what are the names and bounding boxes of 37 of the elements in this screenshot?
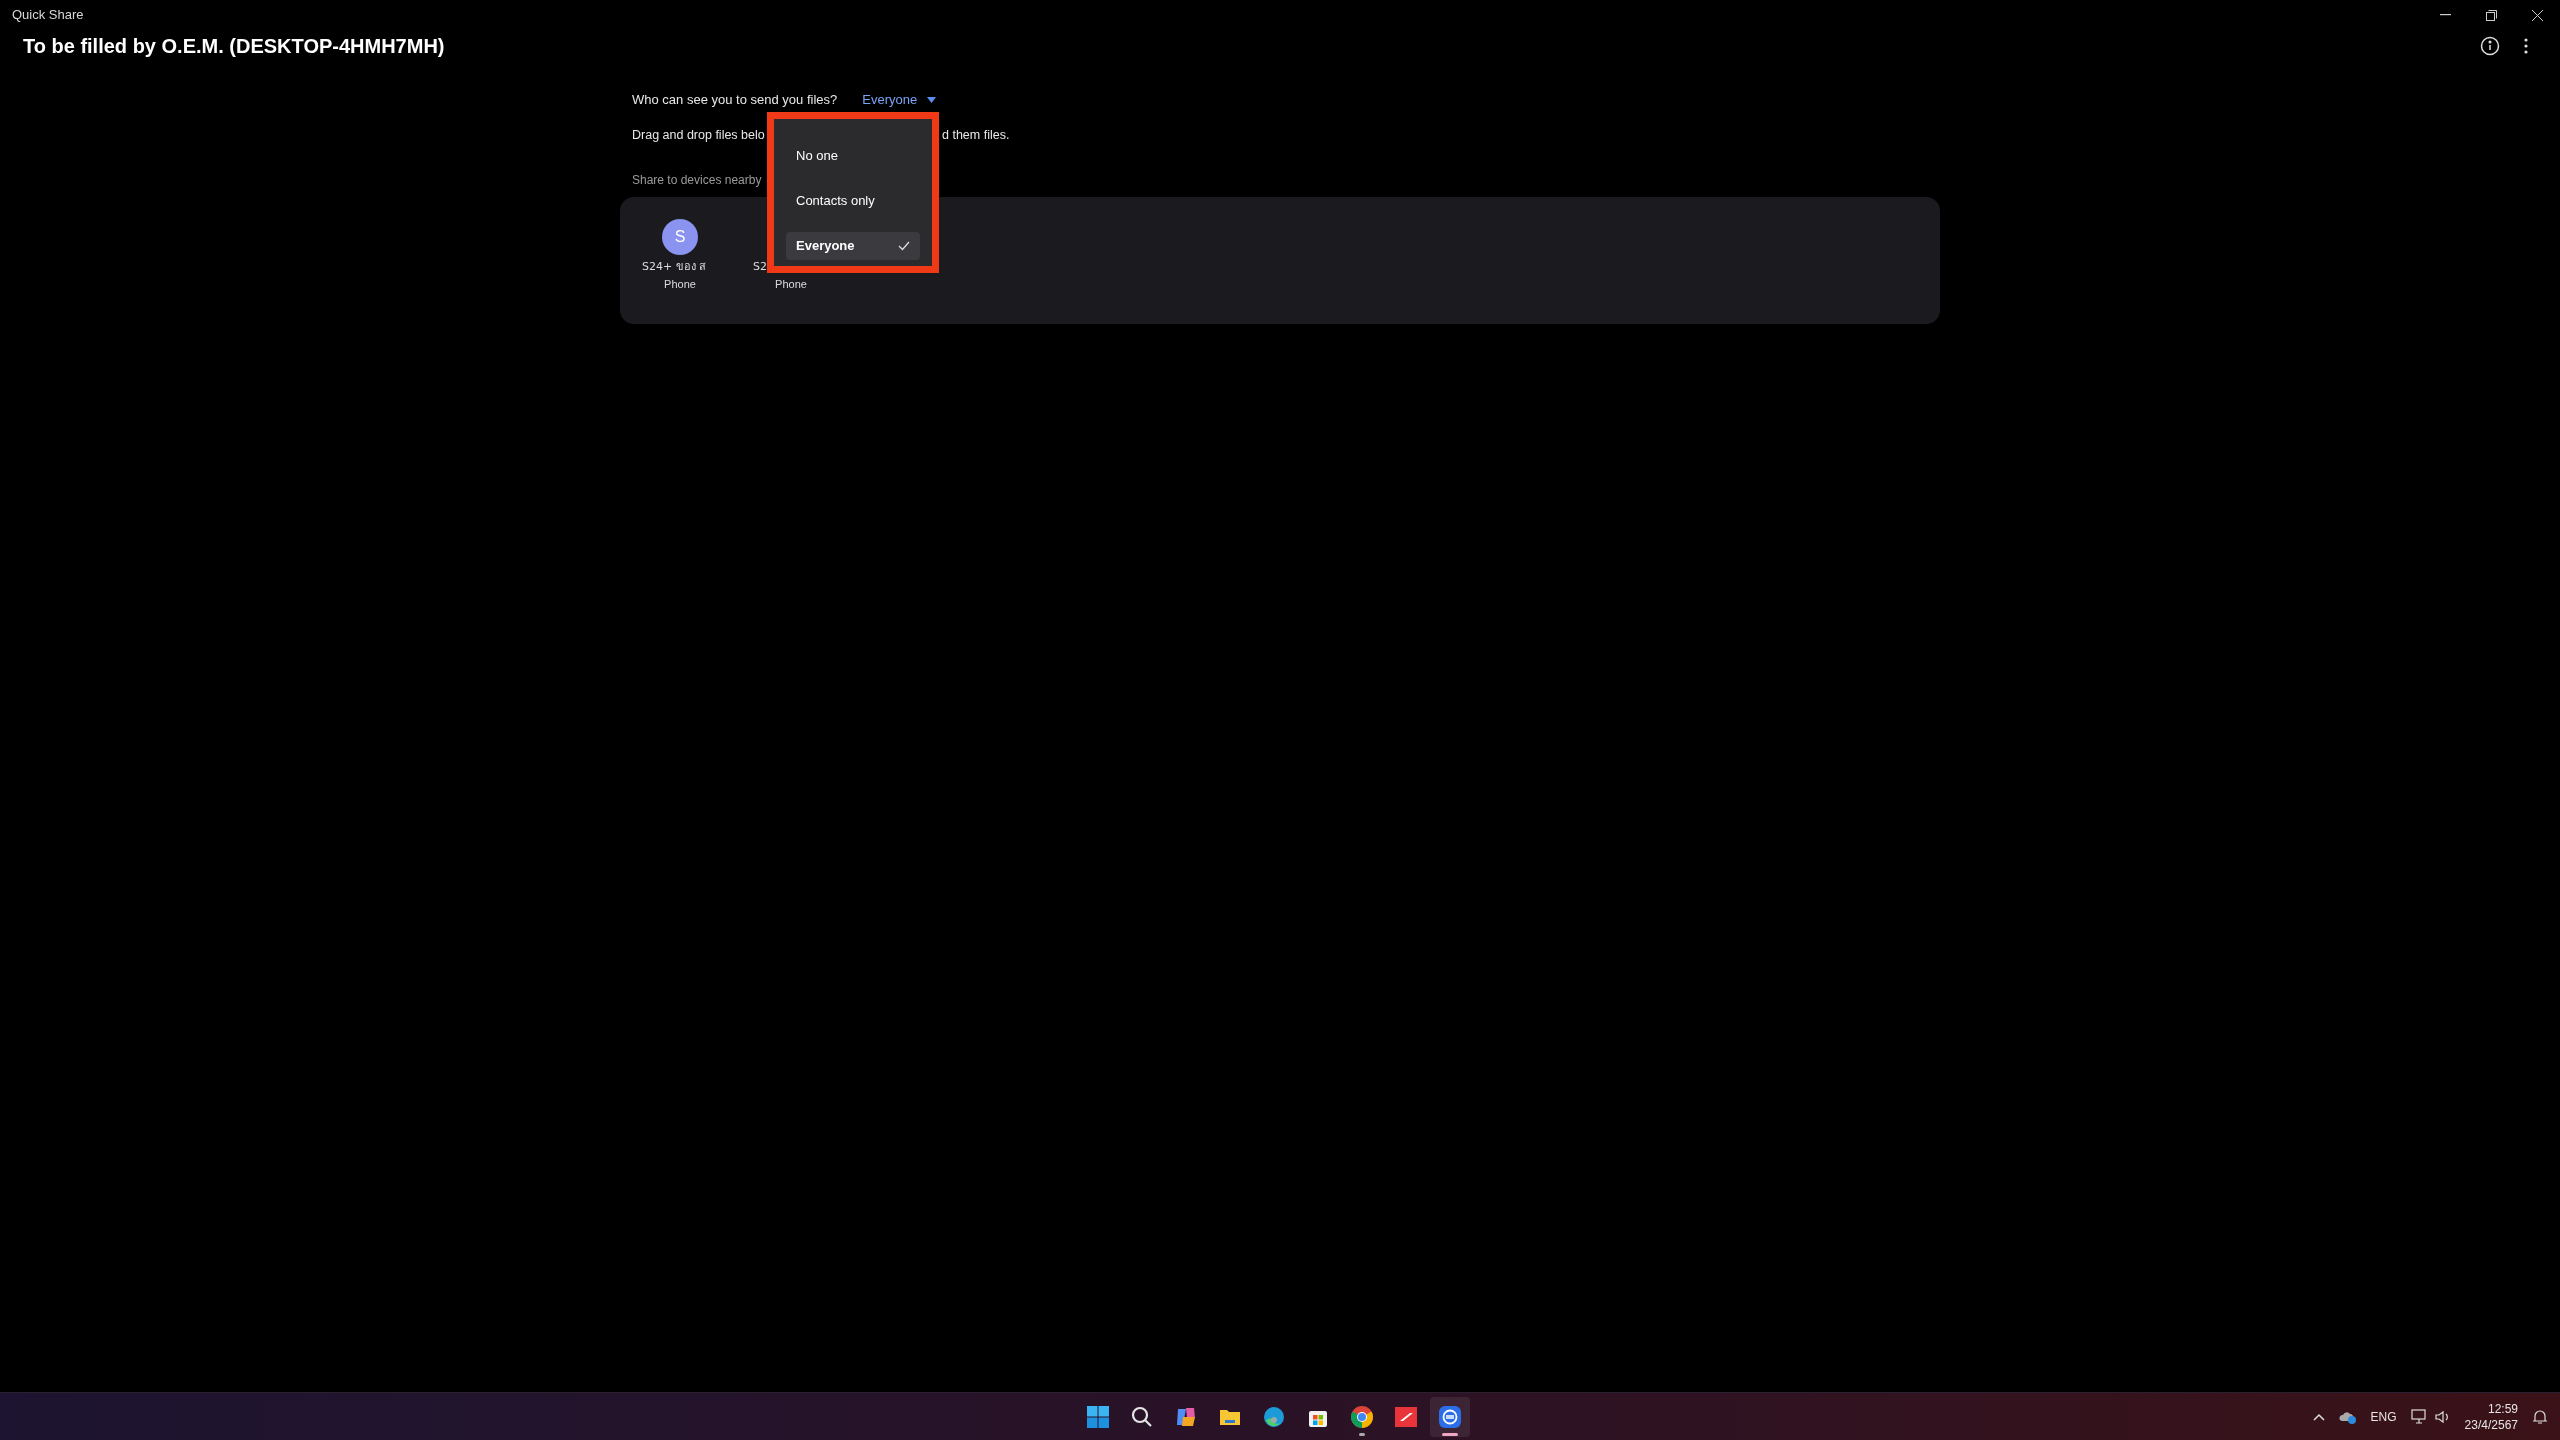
device-name[interactable]: S24+ ของ ส (638, 259, 707, 276)
taskbar-app[interactable] (1430, 1396, 1470, 1437)
chevron-up-icon[interactable] (2312, 1412, 2325, 1421)
minimize-icon (2439, 14, 2451, 16)
close-icon (2531, 9, 2543, 21)
device-name-heading: To be filled by O.E.M. (DESKTOP-4HMH7MH) (23, 34, 445, 59)
menu-option[interactable]: Everyone (786, 232, 920, 260)
restore-icon (2485, 9, 2497, 21)
cloud-icon[interactable] (2338, 1409, 2357, 1424)
device-type[interactable]: Phone (664, 275, 696, 292)
clock-time: 12:59 (2487, 1400, 2518, 1417)
instruction-text: d them files. (942, 126, 1010, 144)
speaker-icon[interactable] (2434, 1409, 2451, 1424)
menu-option[interactable]: Contacts only (786, 187, 920, 215)
language-indicator[interactable]: ENG (2370, 1407, 2397, 1426)
avatar: S (662, 219, 698, 255)
browser-circle-icon (1350, 1404, 1374, 1429)
windows-logo-icon (1086, 1404, 1110, 1429)
clock[interactable]: 12:59 23/4/2567 (2464, 1400, 2518, 1433)
monitor-icon[interactable] (2410, 1409, 2427, 1424)
caret-icon (927, 97, 937, 103)
menu-option[interactable]: No one (786, 142, 920, 170)
device-type[interactable]: Phone (775, 275, 807, 292)
section-heading: Share to devices nearby (632, 172, 763, 189)
window-title: Quick Share (12, 6, 84, 25)
game-tile-icon (1394, 1404, 1418, 1429)
visibility-dropdown[interactable]: Everyone (862, 90, 937, 110)
notification-bell-icon[interactable] (2532, 1408, 2548, 1425)
visibility-label: Who can see you to send you files? (632, 91, 838, 110)
instruction-text: Drag and drop files belo (632, 126, 764, 144)
device-name[interactable]: S2 (749, 259, 767, 276)
checkmark-icon (898, 241, 910, 251)
browser-wave-icon (1262, 1404, 1286, 1429)
search-icon (1130, 1404, 1154, 1429)
clock-date: 23/4/2567 (2464, 1416, 2518, 1433)
info-icon (2480, 36, 2500, 56)
more-icon (2524, 38, 2528, 54)
